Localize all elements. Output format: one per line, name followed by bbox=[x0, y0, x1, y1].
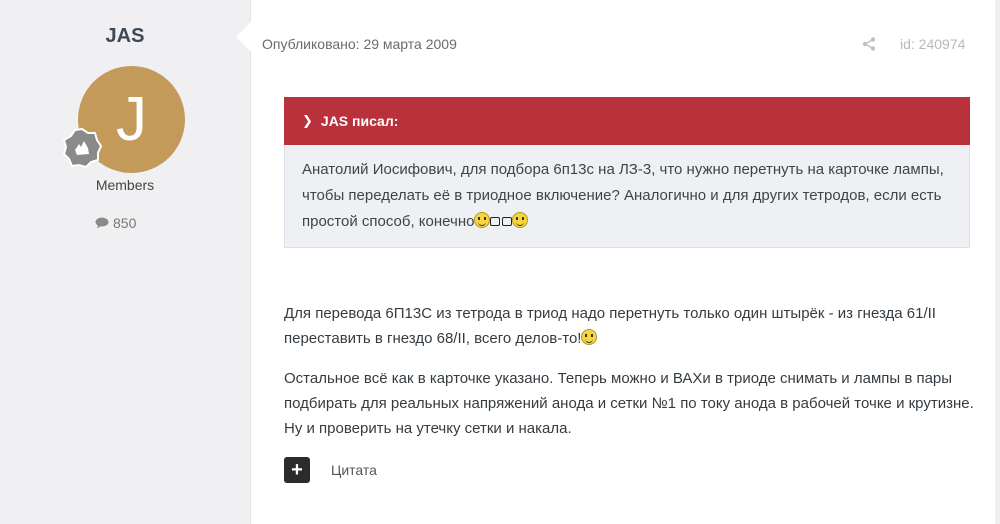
laugh-smiley-icon bbox=[581, 329, 598, 345]
smiley-icon bbox=[512, 212, 529, 228]
paragraph-text: Для перевода 6П13С из тетрода в триод на… bbox=[284, 305, 936, 347]
forum-post: JAS J Members 850 Опубликовано: 29 марта… bbox=[0, 0, 1000, 524]
post-date[interactable]: Опубликовано: 29 марта 2009 bbox=[262, 36, 457, 52]
post-count: 850 bbox=[95, 215, 136, 231]
post-pointer bbox=[236, 22, 251, 52]
author-name[interactable]: JAS bbox=[0, 25, 250, 48]
quote-header[interactable]: ❯ JAS писал: bbox=[284, 97, 970, 145]
quote-button[interactable]: Цитата bbox=[331, 462, 377, 478]
post-count-value: 850 bbox=[113, 215, 137, 231]
paragraph-text: Остальное всё как в карточке указано. Те… bbox=[284, 370, 974, 437]
share-icon[interactable] bbox=[862, 37, 876, 51]
author-panel: JAS J Members 850 bbox=[0, 0, 250, 524]
page-edge bbox=[995, 0, 1000, 524]
quote-text-content: Анатолий Иосифович, для подбора 6п13с на… bbox=[302, 161, 944, 230]
chevron-down-icon: ❯ bbox=[302, 113, 313, 128]
smiley-icon bbox=[474, 212, 491, 228]
avatar-letter: J bbox=[116, 85, 147, 154]
post-paragraph: Остальное всё как в карточке указано. Те… bbox=[284, 366, 974, 441]
member-group: Members bbox=[95, 177, 155, 193]
comment-icon bbox=[95, 217, 109, 229]
quote-block: ❯ JAS писал: Анатолий Иосифович, для под… bbox=[284, 97, 970, 248]
post-body: Для перевода 6П13С из тетрода в триод на… bbox=[284, 301, 974, 456]
post-id[interactable]: id: 240974 bbox=[900, 36, 965, 52]
multiquote-button[interactable]: + bbox=[284, 457, 310, 483]
quote-text: Анатолий Иосифович, для подбора 6п13с на… bbox=[285, 145, 969, 235]
quote-author: JAS писал: bbox=[320, 113, 399, 129]
post-paragraph: Для перевода 6П13С из тетрода в триод на… bbox=[284, 301, 974, 351]
rank-badge-icon bbox=[62, 128, 102, 168]
glasses-icon bbox=[490, 217, 513, 226]
